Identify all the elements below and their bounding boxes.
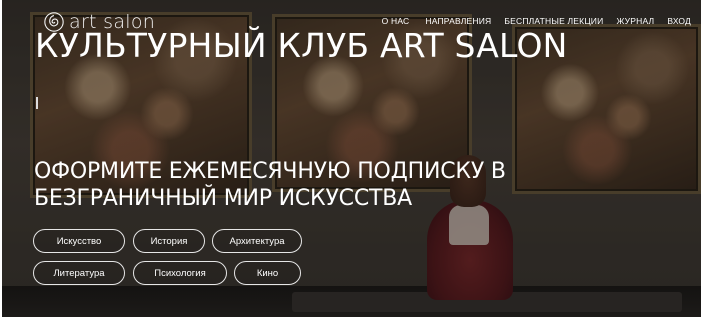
- subtitle-line-2: БЕЗГРАНИЧНЫЙ МИР ИСКУССТВА: [34, 186, 412, 211]
- category-pill-architecture[interactable]: Архитектура: [212, 229, 302, 253]
- subtitle-line-1: ОФОРМИТЕ ЕЖЕМЕСЯЧНУЮ ПОДПИСКУ В: [34, 159, 506, 184]
- category-pill-literature[interactable]: Литература: [33, 261, 125, 285]
- hero-subtitle: ОФОРМИТЕ ЕЖЕМЕСЯЧНУЮ ПОДПИСКУ В БЕЗГРАНИ…: [34, 158, 506, 212]
- text-cursor-mark: [36, 97, 38, 109]
- nav-item-journal[interactable]: ЖУРНАЛ: [616, 16, 654, 26]
- category-pill-cinema[interactable]: Кино: [234, 261, 301, 285]
- category-pill-psychology[interactable]: Психология: [133, 261, 227, 285]
- nav-item-about[interactable]: О НАС: [382, 16, 410, 26]
- nav-item-directions[interactable]: НАПРАВЛЕНИЯ: [425, 16, 491, 26]
- hero-section: art salon О НАС НАПРАВЛЕНИЯ БЕСПЛАТНЫЕ Л…: [2, 0, 701, 317]
- category-pill-art[interactable]: Искусство: [33, 229, 125, 253]
- top-navigation: О НАС НАПРАВЛЕНИЯ БЕСПЛАТНЫЕ ЛЕКЦИИ ЖУРН…: [382, 16, 691, 26]
- category-pill-history[interactable]: История: [133, 229, 205, 253]
- nav-item-login[interactable]: ВХОД: [667, 16, 691, 26]
- page-title: КУЛЬТУРНЫЙ КЛУБ ART SALON: [35, 26, 568, 65]
- nav-item-free-lectures[interactable]: БЕСПЛАТНЫЕ ЛЕКЦИИ: [504, 16, 603, 26]
